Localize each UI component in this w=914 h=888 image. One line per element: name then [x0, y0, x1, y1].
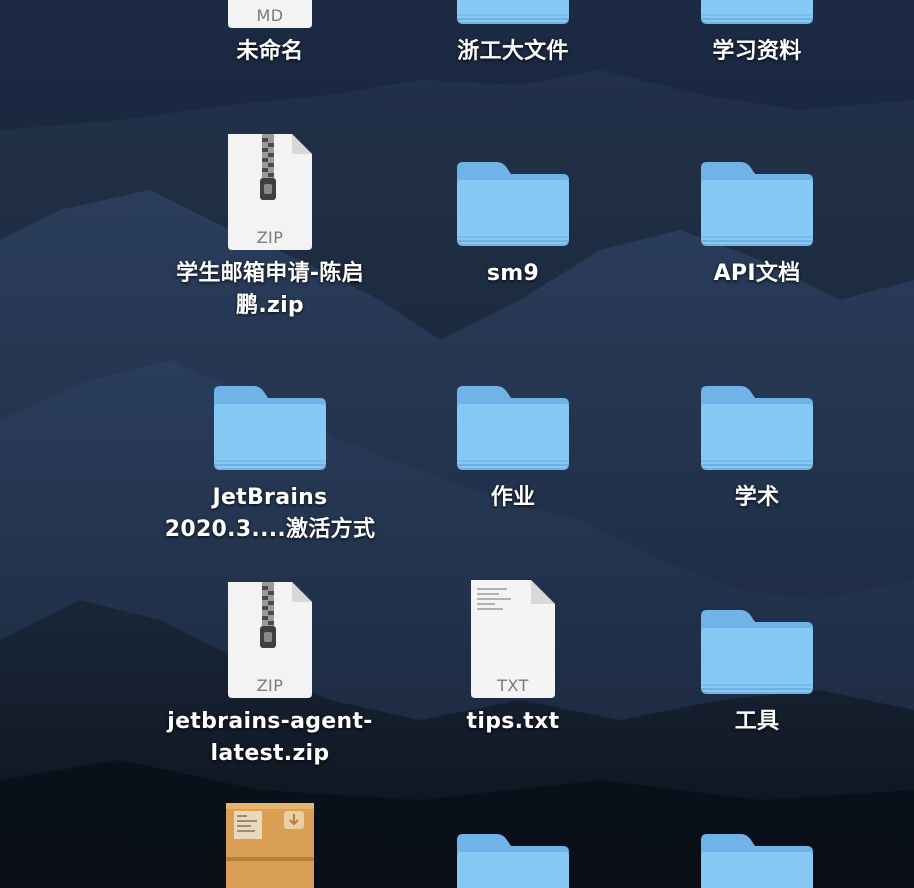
folder-icon [697, 150, 817, 250]
folder-icon [697, 0, 817, 28]
desktop-item-folder[interactable]: API文档 [647, 150, 867, 290]
desktop-item-folder[interactable]: 作业 [403, 374, 623, 514]
desktop-item-folder[interactable]: 工具 [647, 598, 867, 738]
package-icon [210, 803, 330, 888]
item-label: API文档 [713, 261, 801, 286]
desktop-item-folder[interactable]: 浙工大文件 [403, 0, 623, 68]
desktop-item-folder[interactable]: sm9 [403, 150, 623, 290]
desktop-item-folder[interactable] [647, 822, 867, 888]
desktop-item-txt[interactable]: TXT tips.txt [403, 580, 623, 738]
desktop-item-folder[interactable]: JetBrains 2020.3....激活方式 [160, 374, 380, 546]
item-label: sm9 [486, 261, 540, 286]
item-label: 工具 [734, 709, 780, 734]
folder-icon [453, 0, 573, 28]
item-label: jetbrains-agent- latest.zip [167, 709, 373, 766]
file-type-tag: MD [256, 6, 284, 25]
desktop-item-folder[interactable]: 学术 [647, 374, 867, 514]
folder-icon [453, 822, 573, 888]
folder-icon [453, 150, 573, 250]
desktop-item-zip[interactable]: ZIP jetbrains-agent- latest.zip [160, 582, 380, 770]
folder-icon [697, 822, 817, 888]
item-label: 学生邮箱申请-陈启 鹏.zip [176, 261, 364, 318]
file-type-tag: ZIP [256, 676, 284, 695]
md-document-icon: MD [210, 0, 330, 28]
zip-archive-icon: ZIP [210, 582, 330, 698]
item-label: tips.txt [466, 709, 560, 734]
desktop-item-folder[interactable] [403, 822, 623, 888]
folder-icon [697, 598, 817, 698]
desktop-item-folder[interactable]: 学习资料 [647, 0, 867, 68]
file-type-tag: ZIP [256, 228, 284, 247]
zip-archive-icon: ZIP [210, 134, 330, 250]
desktop-item-package[interactable] [160, 803, 380, 888]
file-type-tag: TXT [497, 676, 529, 695]
desktop-item-zip[interactable]: ZIP 学生邮箱申请-陈启 鹏.zip [160, 134, 380, 322]
text-document-icon: TXT [453, 580, 573, 698]
folder-icon [453, 374, 573, 474]
desktop: MD 未命名 浙工大文件 学习资料 ZIP 学生邮箱申请-陈启 鹏.zip sm… [0, 0, 914, 888]
item-label: 学习资料 [712, 39, 802, 64]
item-label: 浙工大文件 [457, 39, 569, 64]
folder-icon [697, 374, 817, 474]
item-label: JetBrains 2020.3....激活方式 [164, 485, 376, 542]
item-label: 未命名 [236, 39, 304, 64]
item-label: 学术 [734, 485, 780, 510]
desktop-item-md-file[interactable]: MD 未命名 [160, 0, 380, 68]
folder-icon [210, 374, 330, 474]
item-label: 作业 [490, 485, 536, 510]
